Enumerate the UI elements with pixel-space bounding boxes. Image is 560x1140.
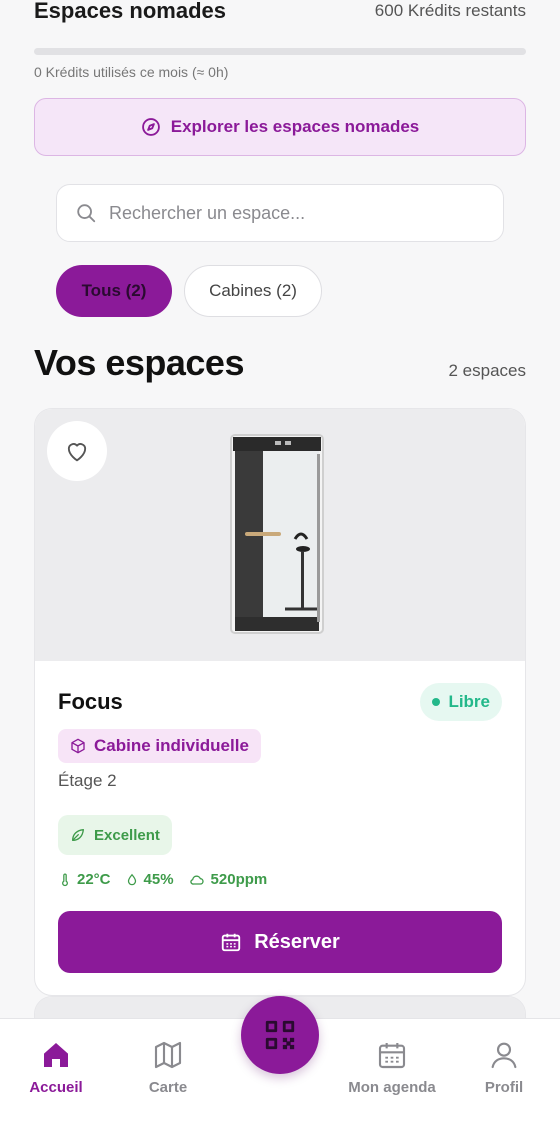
credits-used-text: 0 Krédits utilisés ce mois (≈ 0h) — [34, 64, 229, 80]
qr-scan-button[interactable] — [241, 996, 319, 1074]
status-badge: Libre — [420, 683, 502, 721]
search-placeholder: Rechercher un espace... — [109, 202, 306, 223]
humidity-metric: 45% — [125, 871, 174, 888]
co2-metric: 520ppm — [188, 871, 268, 888]
temperature-metric: 22°C — [58, 871, 111, 888]
favorite-button[interactable] — [47, 421, 107, 481]
air-quality-label: Excellent — [94, 826, 160, 844]
search-icon — [77, 204, 96, 223]
home-icon — [44, 1043, 68, 1067]
space-image — [35, 409, 525, 661]
tab-profile-label: Profil — [484, 1079, 524, 1096]
space-card[interactable]: Focus Libre Cabine individuelle Étage 2 … — [34, 408, 526, 996]
tab-map[interactable]: Carte — [113, 1039, 223, 1096]
phone-booth-image — [230, 434, 324, 634]
cube-icon — [71, 738, 85, 754]
cloud-icon — [189, 875, 204, 885]
user-icon — [491, 1042, 517, 1069]
space-details: Focus Libre Cabine individuelle Étage 2 … — [35, 661, 525, 995]
reserve-label: Réserver — [254, 930, 340, 953]
status-dot — [432, 698, 441, 706]
section-title: Vos espaces — [34, 342, 244, 383]
co2-value: 520ppm — [210, 871, 268, 888]
calendar-icon — [378, 1043, 406, 1069]
environment-metrics: 22°C 45% 520ppm — [58, 871, 267, 888]
nomad-title: Espaces nomades — [34, 0, 226, 23]
space-type-label: Cabine individuelle — [94, 736, 249, 755]
filter-chip-cabins[interactable]: Cabines (2) — [184, 265, 322, 317]
tab-profile[interactable]: Profil — [449, 1039, 559, 1096]
air-quality-badge: Excellent — [58, 815, 172, 855]
tab-home[interactable]: Accueil — [1, 1039, 111, 1096]
thermometer-icon — [62, 873, 68, 886]
explore-label: Explorer les espaces nomades — [170, 117, 420, 136]
droplet-icon — [127, 873, 136, 885]
temperature-value: 22°C — [77, 871, 111, 888]
reserve-button[interactable]: Réserver — [58, 911, 502, 973]
tab-agenda-label: Mon agenda — [348, 1079, 436, 1096]
status-label: Libre — [448, 692, 490, 711]
search-input[interactable]: Rechercher un espace... — [56, 184, 504, 242]
qr-code-icon — [265, 1020, 295, 1050]
tab-map-label: Carte — [148, 1079, 188, 1096]
compass-icon — [141, 118, 160, 136]
explore-nomad-button[interactable]: Explorer les espaces nomades — [34, 98, 526, 156]
calendar-icon — [222, 933, 241, 952]
humidity-value: 45% — [143, 871, 174, 888]
space-name: Focus — [58, 689, 123, 714]
credits-progress-bar — [34, 48, 526, 55]
leaf-icon — [72, 829, 84, 841]
heart-icon — [67, 443, 87, 462]
credits-remaining: 600 Krédits restants — [374, 1, 526, 20]
filter-chips: Tous (2) Cabines (2) — [56, 265, 322, 317]
section-count: 2 espaces — [448, 361, 527, 380]
map-icon — [154, 1041, 182, 1069]
space-type-tag: Cabine individuelle — [58, 729, 261, 763]
tab-home-label: Accueil — [29, 1079, 83, 1096]
space-floor: Étage 2 — [58, 771, 117, 790]
filter-chip-all[interactable]: Tous (2) — [56, 265, 172, 317]
tab-agenda[interactable]: Mon agenda — [337, 1039, 447, 1096]
nomad-header: Espaces nomades 600 Krédits restants — [34, 0, 526, 28]
